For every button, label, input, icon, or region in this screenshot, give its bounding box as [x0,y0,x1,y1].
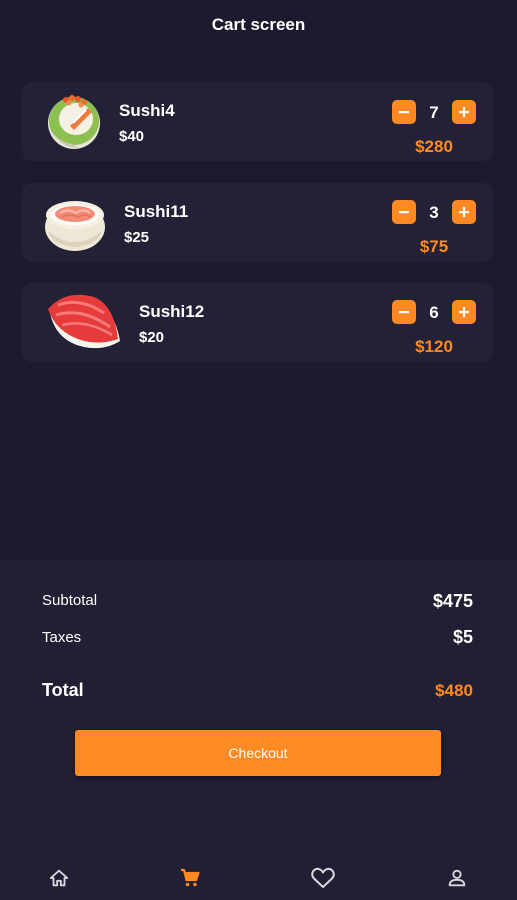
quantity-value: 7 [429,103,439,122]
minus-icon [399,111,409,114]
increase-quantity-button[interactable] [452,200,476,224]
bottom-navigation [0,845,517,900]
heart-icon [311,867,335,888]
decrease-quantity-button[interactable] [392,100,416,124]
nav-home[interactable] [46,865,72,891]
increase-quantity-button[interactable] [452,300,476,324]
decrease-quantity-button[interactable] [392,200,416,224]
nav-favorites[interactable] [310,865,336,891]
taxes-label: Taxes [42,629,82,646]
total-label: Total [42,680,84,700]
line-total: $280 [415,137,453,156]
line-total: $75 [419,237,449,256]
cart-list: Sushi4 $40 7 $280 Sushi11 $25 3 $75 Sush… [0,0,517,560]
cart-item: Sushi12 $20 6 $120 [22,283,493,362]
item-price: $25 [124,229,150,246]
taxes-value: $5 [452,627,473,647]
increase-quantity-button[interactable] [452,100,476,124]
item-name: Sushi12 [139,302,205,321]
item-name: Sushi4 [119,101,175,120]
item-name: Sushi11 [124,202,189,221]
nav-profile[interactable] [444,865,470,891]
profile-icon [448,869,466,887]
cart-item: Sushi4 $40 7 $280 [22,82,493,161]
plus-icon [459,307,469,317]
sushi-roll-icon [42,88,110,156]
cart-item: Sushi11 $25 3 $75 [22,183,493,262]
total-value: $480 [435,681,473,700]
checkout-button[interactable]: Checkout [75,730,441,776]
minus-icon [399,211,409,214]
order-summary: Subtotal $475 Taxes $5 Total $480 Checko… [0,560,517,845]
plus-icon [459,107,469,117]
salmon-bowl-icon [42,189,110,257]
item-price: $40 [119,128,145,145]
home-icon [49,869,69,887]
subtotal-value: $475 [432,591,473,611]
cart-icon [181,868,200,887]
plus-icon [459,207,469,217]
tuna-nigiri-icon [44,289,122,357]
decrease-quantity-button[interactable] [392,300,416,324]
subtotal-label: Subtotal [42,592,98,609]
quantity-value: 3 [429,203,439,222]
nav-cart[interactable] [177,865,203,891]
line-total: $120 [415,337,453,356]
minus-icon [399,311,409,314]
item-price: $20 [139,329,165,346]
quantity-value: 6 [429,303,439,322]
